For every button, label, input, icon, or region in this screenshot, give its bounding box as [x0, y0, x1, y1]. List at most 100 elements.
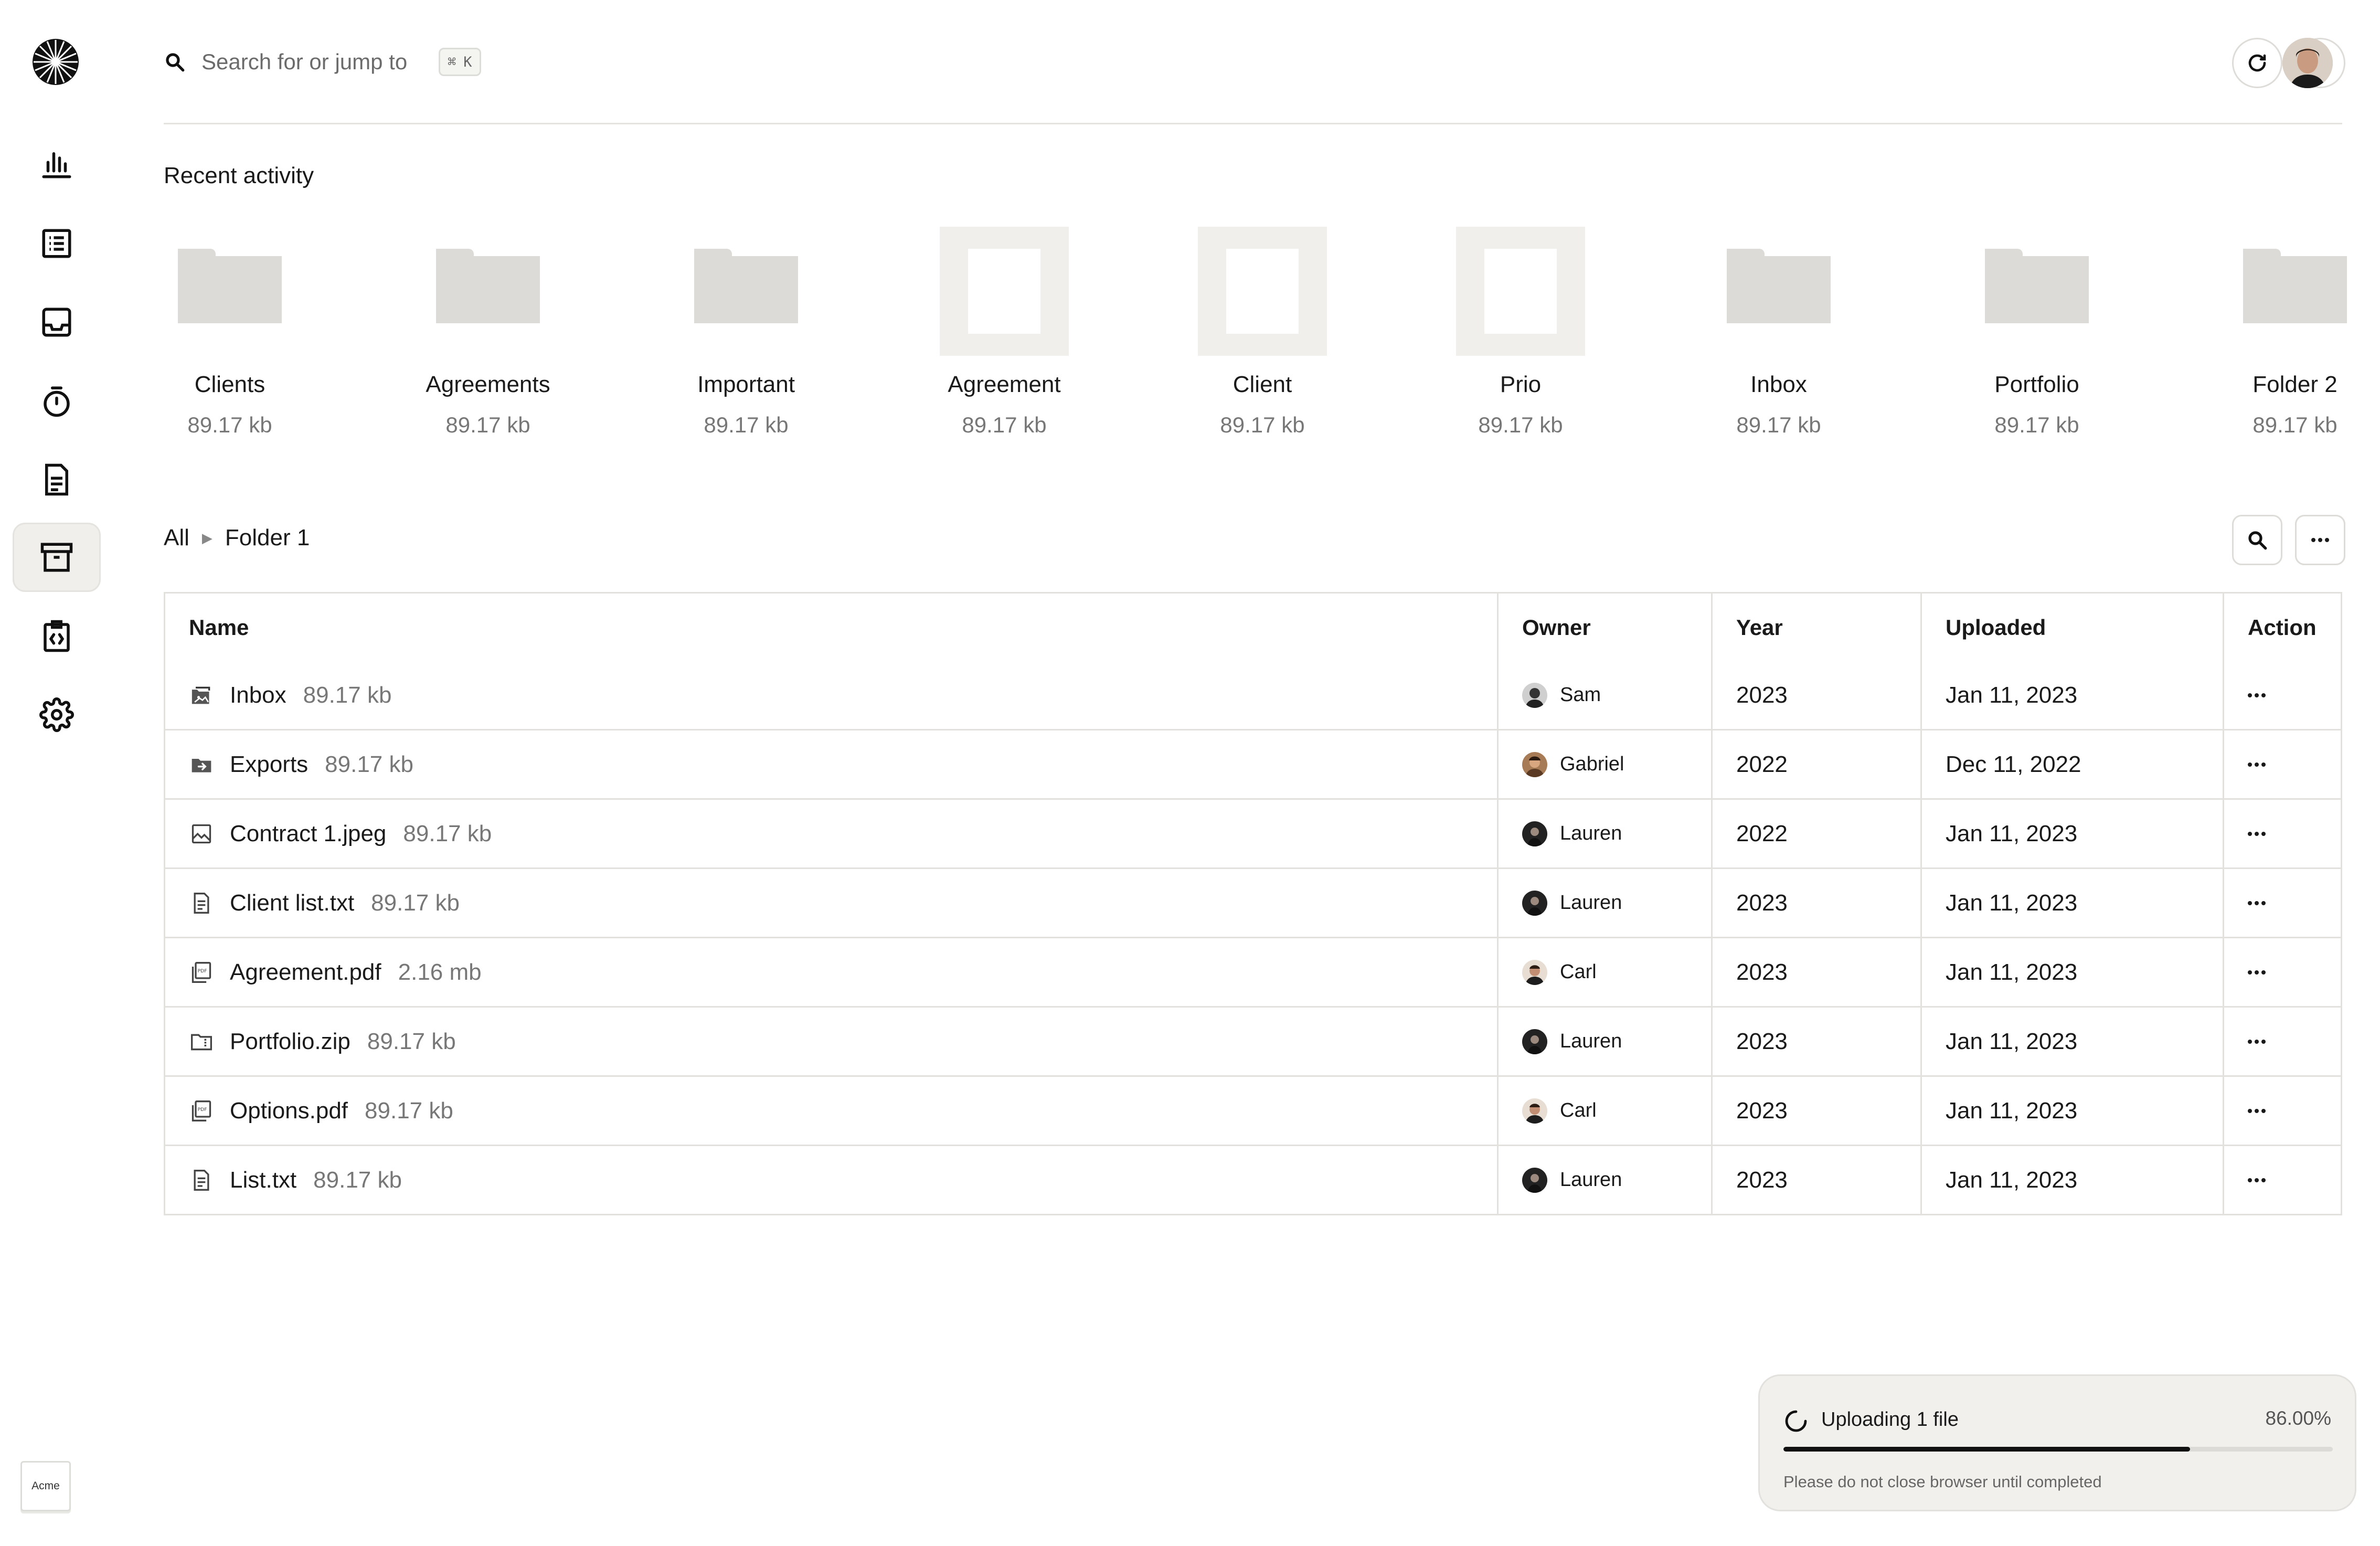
owner-cell: Carl	[1497, 938, 1711, 1006]
file-name-cell: List.txt 89.17 kb	[165, 1146, 1497, 1214]
year-cell: 2023	[1711, 661, 1920, 729]
row-actions-button[interactable]	[2223, 1077, 2341, 1145]
recent-item-size: 89.17 kb	[704, 412, 789, 437]
table-row[interactable]: PDF Agreement.pdf 2.16 mb Carl 2023 Jan 11, 2…	[165, 937, 2341, 1006]
recent-item-size: 89.17 kb	[187, 412, 272, 437]
upload-note: Please do not close browser until comple…	[1783, 1473, 2102, 1491]
breadcrumb: All ▶ Folder 1	[164, 525, 310, 551]
more-options-button[interactable]	[2295, 515, 2345, 565]
file-name[interactable]: Contract 1.jpeg	[230, 821, 386, 847]
owner-name: Gabriel	[1560, 753, 1624, 775]
year-cell: 2023	[1711, 1146, 1920, 1214]
recent-item[interactable]: Portfolio 89.17 kb	[1958, 227, 2116, 438]
sidebar-item-settings[interactable]	[13, 680, 101, 749]
more-icon	[2311, 538, 2329, 542]
logo-icon[interactable]	[31, 38, 80, 86]
user-avatar-image	[2282, 38, 2333, 88]
user-avatar[interactable]	[2282, 38, 2333, 88]
folder-icon	[682, 227, 811, 356]
search-icon	[166, 53, 185, 72]
text-file-icon	[189, 1168, 214, 1193]
avatar	[1522, 959, 1547, 985]
column-header-year[interactable]: Year	[1711, 594, 1920, 661]
chevron-right-icon: ▶	[201, 530, 212, 546]
command-key: ⌘	[448, 54, 456, 70]
recent-item[interactable]: Important 89.17 kb	[667, 227, 825, 438]
year-cell: 2022	[1711, 730, 1920, 798]
refresh-button[interactable]	[2232, 38, 2282, 88]
table-row[interactable]: Portfolio.zip 89.17 kb Lauren 2023 Jan 11, 2…	[165, 1006, 2341, 1075]
file-thumbnail-icon	[940, 227, 1069, 356]
sidebar-item-archive[interactable]	[13, 523, 101, 592]
file-size: 89.17 kb	[367, 1028, 456, 1054]
column-header-uploaded[interactable]: Uploaded	[1920, 594, 2223, 661]
row-actions-button[interactable]	[2223, 800, 2341, 867]
breadcrumb-current: Folder 1	[225, 525, 310, 550]
file-name-cell: PDF Options.pdf 89.17 kb	[165, 1077, 1497, 1145]
table-row[interactable]: Contract 1.jpeg 89.17 kb Lauren 2022 Jan 11,…	[165, 798, 2341, 867]
column-header-owner[interactable]: Owner	[1497, 594, 1711, 661]
row-actions-button[interactable]	[2223, 869, 2341, 937]
file-name[interactable]: Agreement.pdf	[230, 959, 381, 986]
file-size: 89.17 kb	[365, 1097, 453, 1124]
file-name[interactable]: Inbox	[230, 682, 286, 708]
table-row[interactable]: Inbox 89.17 kb Sam 2023 Jan 11, 2023	[165, 661, 2341, 729]
table-body: Inbox 89.17 kb Sam 2023 Jan 11, 2023 Exports 8…	[165, 661, 2341, 1214]
table-row[interactable]: Client list.txt 89.17 kb Lauren 2023 Jan 11,…	[165, 867, 2341, 937]
recent-item[interactable]: Clients 89.17 kb	[151, 227, 309, 438]
uploaded-cell: Jan 11, 2023	[1920, 1146, 2223, 1214]
recent-item-name: Agreements	[426, 372, 550, 397]
file-name[interactable]: Options.pdf	[230, 1098, 348, 1124]
sidebar-item-inbox[interactable]	[13, 288, 101, 357]
row-actions-button[interactable]	[2223, 661, 2341, 729]
recent-item-name: Agreement	[948, 372, 1061, 397]
recent-item[interactable]: Prio 89.17 kb	[1442, 227, 1599, 438]
sidebar-item-code[interactable]	[13, 601, 101, 671]
sidebar-item-analytics[interactable]	[13, 129, 101, 198]
upload-percent: 86.00%	[2265, 1407, 2332, 1429]
search-files-button[interactable]	[2232, 515, 2282, 565]
table-row[interactable]: List.txt 89.17 kb Lauren 2023 Jan 11, 2023	[165, 1145, 2341, 1214]
sidebar-item-documents[interactable]	[13, 445, 101, 514]
workspace-switcher[interactable]: Acme	[20, 1461, 71, 1511]
uploaded-cell: Jan 11, 2023	[1920, 800, 2223, 867]
avatar	[1522, 1167, 1547, 1193]
archive-icon	[40, 543, 73, 572]
owner-name: Lauren	[1560, 892, 1622, 914]
header-divider	[164, 123, 2342, 124]
table-row[interactable]: PDF Options.pdf 89.17 kb Carl 2023 Jan 11, 20…	[165, 1075, 2341, 1145]
document-icon	[45, 463, 68, 496]
recent-item[interactable]: Agreement 89.17 kb	[926, 227, 1083, 438]
year-cell: 2022	[1711, 800, 1920, 867]
file-name[interactable]: Exports	[230, 751, 308, 778]
refresh-icon	[2248, 54, 2266, 72]
row-actions-button[interactable]	[2223, 938, 2341, 1006]
upload-title: Uploading 1 file	[1821, 1409, 1959, 1431]
owner-cell: Sam	[1497, 661, 1711, 729]
row-actions-button[interactable]	[2223, 730, 2341, 798]
recent-item[interactable]: Client 89.17 kb	[1184, 227, 1341, 438]
recent-item[interactable]: Inbox 89.17 kb	[1700, 227, 1857, 438]
recent-item[interactable]: Folder 2 89.17 kb	[2216, 227, 2374, 438]
file-name[interactable]: Client list.txt	[230, 890, 354, 916]
row-actions-button[interactable]	[2223, 1008, 2341, 1075]
column-header-name[interactable]: Name	[165, 594, 1497, 661]
recent-item[interactable]: Agreements 89.17 kb	[409, 227, 567, 438]
file-name[interactable]: List.txt	[230, 1167, 296, 1193]
avatar	[1522, 751, 1547, 777]
file-name[interactable]: Portfolio.zip	[230, 1029, 350, 1055]
sidebar-item-timer[interactable]	[13, 366, 101, 436]
breadcrumb-root[interactable]: All	[164, 525, 189, 551]
table-row[interactable]: Exports 89.17 kb Gabriel 2022 Dec 11, 2022	[165, 729, 2341, 798]
text-file-icon	[189, 891, 214, 916]
sidebar-item-list[interactable]	[13, 209, 101, 278]
search-input[interactable]	[201, 49, 432, 75]
row-actions-button[interactable]	[2223, 1146, 2341, 1214]
uploaded-cell: Jan 11, 2023	[1920, 869, 2223, 937]
upload-toast: Uploading 1 file 86.00% Please do not cl…	[1758, 1374, 2356, 1511]
avatar	[1522, 1029, 1547, 1054]
recent-item-size: 89.17 kb	[445, 412, 530, 437]
timer-icon	[44, 386, 70, 417]
file-name-cell: PDF Agreement.pdf 2.16 mb	[165, 938, 1497, 1006]
pdf-icon: PDF	[189, 960, 214, 985]
